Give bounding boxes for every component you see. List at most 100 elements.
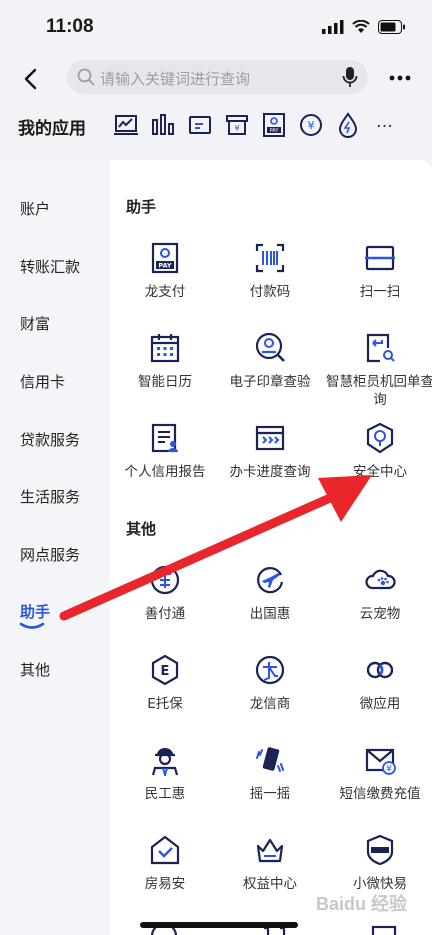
- scan-icon: [365, 245, 395, 271]
- app-micro-app[interactable]: 微应用: [325, 654, 432, 713]
- app-shanfutong[interactable]: 善付通: [110, 564, 220, 623]
- app-label: 短信缴费充值: [339, 786, 421, 802]
- sidebar-item-loan[interactable]: 贷款服务: [20, 429, 80, 450]
- micro-app-icon: [366, 661, 394, 679]
- app-label: 智能日历: [138, 374, 192, 390]
- app-label: 摇一摇: [249, 786, 291, 802]
- seal-verify-icon: [255, 332, 285, 362]
- svg-text:¥: ¥: [234, 124, 239, 133]
- app-travel-abroad[interactable]: 出国惠: [215, 564, 325, 623]
- long-xinshang-icon: [255, 655, 285, 685]
- app-label: 个人信用报告: [124, 464, 206, 480]
- app-label: 龙支付: [144, 284, 186, 300]
- category-sidebar: 账户 转账汇款 财富 信用卡 贷款服务 生活服务 网点服务 助手 其他: [0, 160, 110, 935]
- app-label: 电子印章查验: [229, 374, 311, 390]
- sidebar-item-transfer[interactable]: 转账汇款: [20, 256, 80, 277]
- app-label: 善付通: [144, 606, 186, 622]
- app-sms-payment[interactable]: ¥ 短信缴费充值: [325, 744, 432, 803]
- my-apps-title: 我的应用: [18, 119, 86, 139]
- app-small-biz[interactable]: 小微快易: [325, 834, 432, 893]
- my-apps-more[interactable]: …: [376, 112, 393, 132]
- app-cloud-pet[interactable]: 云宠物: [325, 564, 432, 623]
- partial-app-icon: [371, 925, 397, 935]
- search-placeholder: 请输入关键词进行查询: [100, 70, 251, 88]
- active-indicator: [19, 622, 45, 629]
- search-row: 请输入关键词进行查询: [0, 58, 432, 98]
- wealth-box-icon[interactable]: ¥: [224, 112, 250, 138]
- app-label: 办卡进度查询: [229, 464, 311, 480]
- svg-text:E: E: [161, 664, 170, 679]
- home-indicator: [140, 922, 298, 928]
- app-security-center[interactable]: 安全中心: [325, 422, 432, 481]
- rights-center-icon: [256, 838, 284, 863]
- back-icon[interactable]: [18, 64, 44, 94]
- app-label: 龙信商: [249, 696, 291, 712]
- microphone-icon[interactable]: [342, 66, 358, 88]
- app-long-xinshang[interactable]: 龙信商: [215, 654, 325, 713]
- app-label: 扫一扫: [359, 284, 401, 300]
- long-pay-icon: PAY: [151, 242, 179, 274]
- payment-code-icon: [255, 243, 285, 273]
- app-label: E托保: [147, 696, 183, 712]
- receipt-query-icon: [366, 333, 395, 363]
- status-bar: 11:08: [0, 0, 432, 56]
- sidebar-item-account[interactable]: 账户: [20, 198, 50, 219]
- app-label: 安全中心: [353, 464, 407, 480]
- calendar-icon: [150, 334, 180, 363]
- sidebar-item-credit-card[interactable]: 信用卡: [20, 371, 65, 392]
- app-grid-area: 助手 PAY 龙支付 付款码 扫一扫 智能日历 电子印章查验 智慧柜员机回单查询…: [110, 160, 432, 935]
- sidebar-item-wealth[interactable]: 财富: [20, 313, 50, 334]
- app-label: 付款码: [249, 284, 291, 300]
- sidebar-item-other[interactable]: 其他: [20, 659, 50, 680]
- sidebar-item-branch[interactable]: 网点服务: [20, 544, 80, 565]
- svg-text:PAY: PAY: [270, 128, 280, 134]
- pay-icon[interactable]: PAY: [261, 112, 287, 138]
- security-center-icon: [366, 422, 394, 454]
- sidebar-item-assistant[interactable]: 助手: [20, 601, 50, 622]
- content-panel: 账户 转账汇款 财富 信用卡 贷款服务 生活服务 网点服务 助手 其他 助手 P…: [0, 160, 432, 935]
- app-house[interactable]: 房易安: [110, 834, 220, 893]
- sms-payment-icon: ¥: [365, 748, 396, 775]
- app-scan[interactable]: 扫一扫: [325, 242, 432, 301]
- app-label: 智慧柜员机回单查询: [326, 374, 432, 408]
- battery-icon: [378, 20, 405, 34]
- shake-icon: [256, 747, 284, 772]
- transfer-card-icon[interactable]: [187, 112, 213, 138]
- my-apps-bar: 我的应用 ¥ PAY ¥ …: [0, 108, 432, 144]
- my-apps-shortcuts: ¥ PAY ¥: [113, 112, 361, 138]
- bar-chart-icon[interactable]: [150, 112, 176, 138]
- house-icon: [150, 835, 180, 865]
- app-worker[interactable]: 民工惠: [110, 744, 220, 803]
- svg-text:¥: ¥: [308, 119, 315, 132]
- signal-icon: [322, 20, 344, 34]
- credit-report-icon: [151, 423, 178, 453]
- app-calendar[interactable]: 智能日历: [110, 332, 220, 391]
- card-progress-icon: [255, 425, 285, 451]
- app-credit-report[interactable]: 个人信用报告: [110, 422, 220, 481]
- app-seal-verify[interactable]: 电子印章查验: [215, 332, 325, 391]
- app-long-pay[interactable]: PAY 龙支付: [110, 242, 220, 301]
- app-payment-code[interactable]: 付款码: [215, 242, 325, 301]
- section-title-other: 其他: [126, 520, 157, 538]
- currency-exchange-icon[interactable]: ¥: [298, 112, 324, 138]
- sidebar-item-life[interactable]: 生活服务: [20, 486, 80, 507]
- status-time: 11:08: [46, 16, 94, 37]
- app-e-tuobao[interactable]: E E托保: [110, 654, 220, 713]
- utility-drop-icon[interactable]: [335, 112, 361, 138]
- worker-icon: [151, 748, 179, 776]
- search-input[interactable]: 请输入关键词进行查询: [67, 60, 368, 94]
- small-biz-icon: [366, 834, 394, 866]
- app-card-progress[interactable]: 办卡进度查询: [215, 422, 325, 481]
- app-rights-center[interactable]: 权益中心: [215, 834, 325, 893]
- app-label: 民工惠: [144, 786, 186, 802]
- app-label: 权益中心: [243, 876, 297, 892]
- more-options-icon[interactable]: [388, 66, 412, 90]
- app-shake[interactable]: 摇一摇: [215, 744, 325, 803]
- section-title-assistant: 助手: [126, 198, 157, 216]
- shanfutong-icon: [150, 565, 180, 595]
- app-receipt-query[interactable]: 智慧柜员机回单查询: [325, 332, 432, 409]
- trend-chart-icon[interactable]: [113, 112, 139, 138]
- cloud-pet-icon: [365, 569, 396, 590]
- svg-text:PAY: PAY: [158, 262, 172, 270]
- app-label: 微应用: [359, 696, 401, 712]
